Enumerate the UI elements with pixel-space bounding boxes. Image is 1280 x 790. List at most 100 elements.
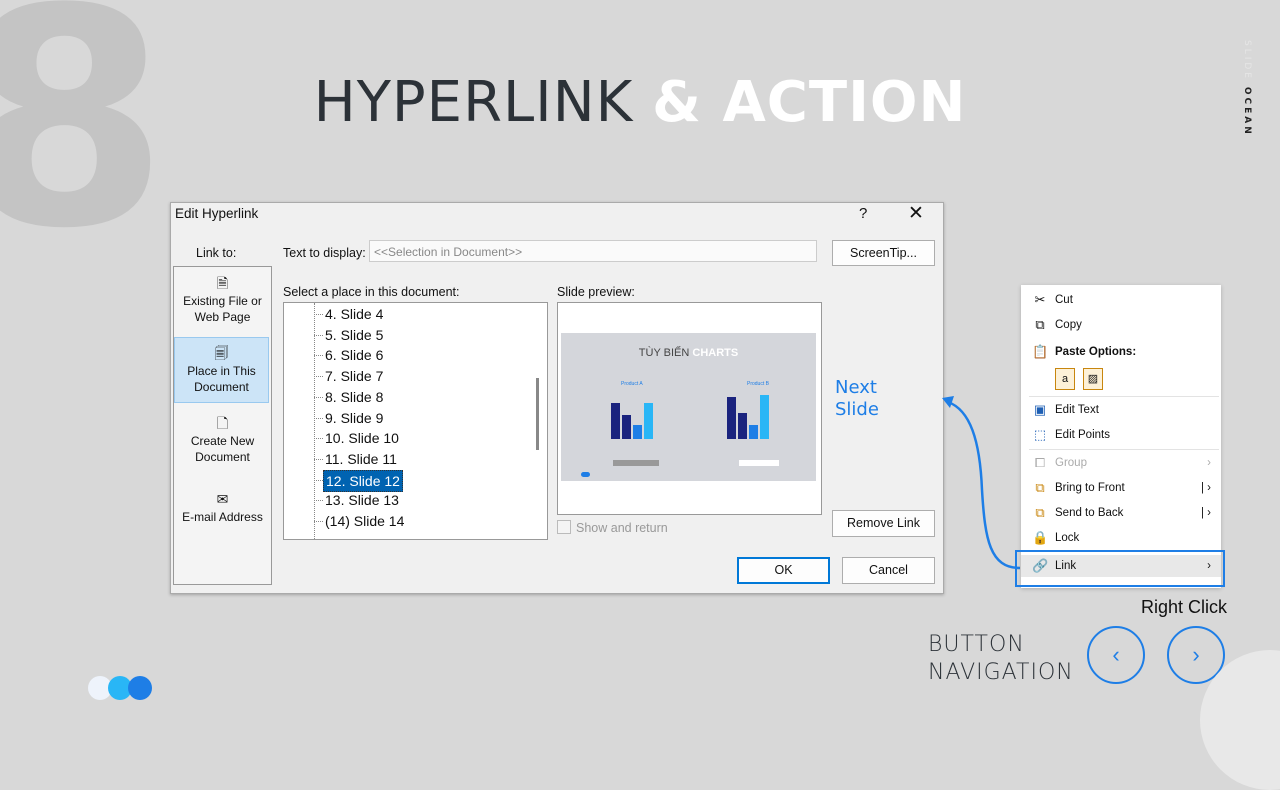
menu-item-send-to-back[interactable]: ⧉ Send to Back | › xyxy=(1021,502,1221,524)
tree-connector xyxy=(314,458,323,460)
preview-bar xyxy=(738,413,747,439)
link-option-label: Document xyxy=(195,450,250,464)
preview-bar xyxy=(633,425,642,439)
link-option-label: Existing File or xyxy=(183,294,262,308)
show-and-return-label: Show and return xyxy=(576,521,668,535)
menu-item-edit-points[interactable]: ⬚ Edit Points xyxy=(1021,424,1221,446)
scrollbar[interactable] xyxy=(536,378,539,450)
menu-label: Bring to Front xyxy=(1055,482,1125,494)
lock-icon: 🔒 xyxy=(1032,530,1049,545)
close-button[interactable]: ✕ xyxy=(908,202,924,225)
paste-picture-icon[interactable]: ▨ xyxy=(1083,368,1103,390)
file-icon: 🗎 xyxy=(216,275,229,291)
button-nav-line2: NAVIGATION xyxy=(928,660,1074,685)
slide-list-item[interactable]: 12. Slide 12 xyxy=(323,469,403,492)
menu-label: Cut xyxy=(1055,294,1073,306)
menu-label: Group xyxy=(1055,457,1087,469)
send-back-icon: ⧉ xyxy=(1035,505,1045,520)
chevron-right-icon: › xyxy=(1192,642,1200,667)
preview-title: TÙY BIẾN CHARTS xyxy=(561,347,816,359)
new-doc-icon: 🗋 xyxy=(216,415,229,431)
slide-list-item[interactable]: 11. Slide 11 xyxy=(323,449,399,469)
link-option-existing-file[interactable]: 🗎 Existing File or Web Page xyxy=(174,275,271,325)
screentip-button[interactable]: ScreenTip... xyxy=(832,240,935,266)
tree-connector xyxy=(314,355,323,357)
edit-points-icon: ⬚ xyxy=(1033,427,1047,442)
chevron-right-icon[interactable]: | › xyxy=(1201,477,1211,499)
preview-label-b: Product B xyxy=(747,381,769,387)
menu-separator xyxy=(1029,396,1219,397)
chevron-right-icon: › xyxy=(1207,457,1211,469)
prev-nav-button[interactable]: ‹ xyxy=(1087,626,1145,684)
slide-list-item[interactable]: 4. Slide 4 xyxy=(323,304,385,324)
slide-list-item[interactable]: 9. Slide 9 xyxy=(323,408,385,428)
slide-preview-label: Slide preview: xyxy=(557,285,635,299)
preview-bar xyxy=(611,403,620,439)
paste-text-icon[interactable]: a xyxy=(1055,368,1075,390)
menu-label: Send to Back xyxy=(1055,507,1124,519)
menu-label: Lock xyxy=(1055,532,1080,544)
cancel-button[interactable]: Cancel xyxy=(842,557,935,584)
link-option-label: Create New xyxy=(190,434,255,448)
preview-label-a: Product A xyxy=(621,381,643,387)
brand-b: OCEAN xyxy=(1242,86,1252,137)
preview-bar xyxy=(644,403,653,439)
next-slide-line1: Next xyxy=(835,377,877,398)
select-place-label: Select a place in this document: xyxy=(283,285,460,299)
slide-list-item[interactable]: 6. Slide 6 xyxy=(323,345,385,365)
tree-connector xyxy=(314,500,323,502)
place-icon: 🗐 xyxy=(214,345,229,361)
ok-button[interactable]: OK xyxy=(737,557,830,584)
menu-item-cut[interactable]: ✂ Cut xyxy=(1021,289,1221,311)
menu-item-copy[interactable]: ⧉ Copy xyxy=(1021,314,1221,336)
menu-item-edit-text[interactable]: ▣ Edit Text xyxy=(1021,399,1221,421)
email-icon: ✉ xyxy=(216,491,229,507)
link-option-place-in-document[interactable]: 🗐 Place in This Document xyxy=(174,337,269,403)
tree-connector xyxy=(314,438,323,440)
link-highlight-box xyxy=(1015,550,1225,587)
remove-link-button[interactable]: Remove Link xyxy=(832,510,935,537)
group-icon: ⧠ xyxy=(1034,455,1046,470)
menu-label: Edit Points xyxy=(1055,429,1110,441)
link-to-panel: 🗎 Existing File or Web Page 🗐 Place in T… xyxy=(173,266,272,585)
menu-item-bring-to-front[interactable]: ⧉ Bring to Front | › xyxy=(1021,477,1221,499)
show-and-return-checkbox[interactable]: Show and return xyxy=(557,520,668,535)
slide-list-item[interactable]: 7. Slide 7 xyxy=(323,366,385,386)
scissors-icon: ✂ xyxy=(1034,292,1046,307)
dialog-title: Edit Hyperlink xyxy=(175,206,259,221)
context-menu: ✂ Cut ⧉ Copy 📋 Paste Options: a ▨ ▣ Edit… xyxy=(1021,285,1221,588)
tree-connector xyxy=(314,376,323,378)
menu-label: Copy xyxy=(1055,319,1082,331)
menu-label: Paste Options: xyxy=(1055,346,1137,358)
slide-list-item[interactable]: 5. Slide 5 xyxy=(323,325,385,345)
preview-title-text: TÙY BIẾN xyxy=(638,347,690,359)
preview-caption-box xyxy=(739,460,779,466)
link-option-create-new[interactable]: 🗋 Create New Document xyxy=(174,415,271,465)
pager-dot xyxy=(128,676,152,700)
menu-item-paste-options: 📋 Paste Options: xyxy=(1021,341,1221,363)
link-option-label: Place in This xyxy=(187,364,256,378)
preview-bar xyxy=(760,395,769,439)
slide-tree-list[interactable]: 4. Slide 4 5. Slide 5 6. Slide 6 7. Slide 7… xyxy=(283,302,548,540)
chevron-right-icon[interactable]: | › xyxy=(1201,502,1211,524)
tree-connector xyxy=(314,396,323,398)
preview-bar xyxy=(727,397,736,439)
menu-item-lock[interactable]: 🔒 Lock xyxy=(1021,527,1221,549)
button-nav-line1: BUTTON xyxy=(928,632,1025,657)
slide-title: HYPERLINK & ACTION xyxy=(0,70,1280,135)
edit-text-icon: ▣ xyxy=(1033,402,1047,417)
title-part1: HYPERLINK xyxy=(313,70,634,135)
slide-list-item[interactable]: 13. Slide 13 xyxy=(323,490,401,510)
preview-title-bold: CHARTS xyxy=(692,347,739,359)
preview-bar xyxy=(622,415,631,439)
link-option-email[interactable]: ✉ E-mail Address xyxy=(174,491,271,525)
text-to-display-input[interactable]: <<Selection in Document>> xyxy=(369,240,817,262)
slide-list-item[interactable]: 10. Slide 10 xyxy=(323,428,401,448)
link-option-label: Web Page xyxy=(194,310,251,324)
slide-list-item[interactable]: (14) Slide 14 xyxy=(323,511,406,531)
help-button[interactable]: ? xyxy=(859,205,867,222)
slide-list-item[interactable]: 8. Slide 8 xyxy=(323,387,385,407)
chevron-left-icon: ‹ xyxy=(1112,642,1120,667)
title-part2: & ACTION xyxy=(652,70,967,135)
tree-connector xyxy=(314,334,323,336)
